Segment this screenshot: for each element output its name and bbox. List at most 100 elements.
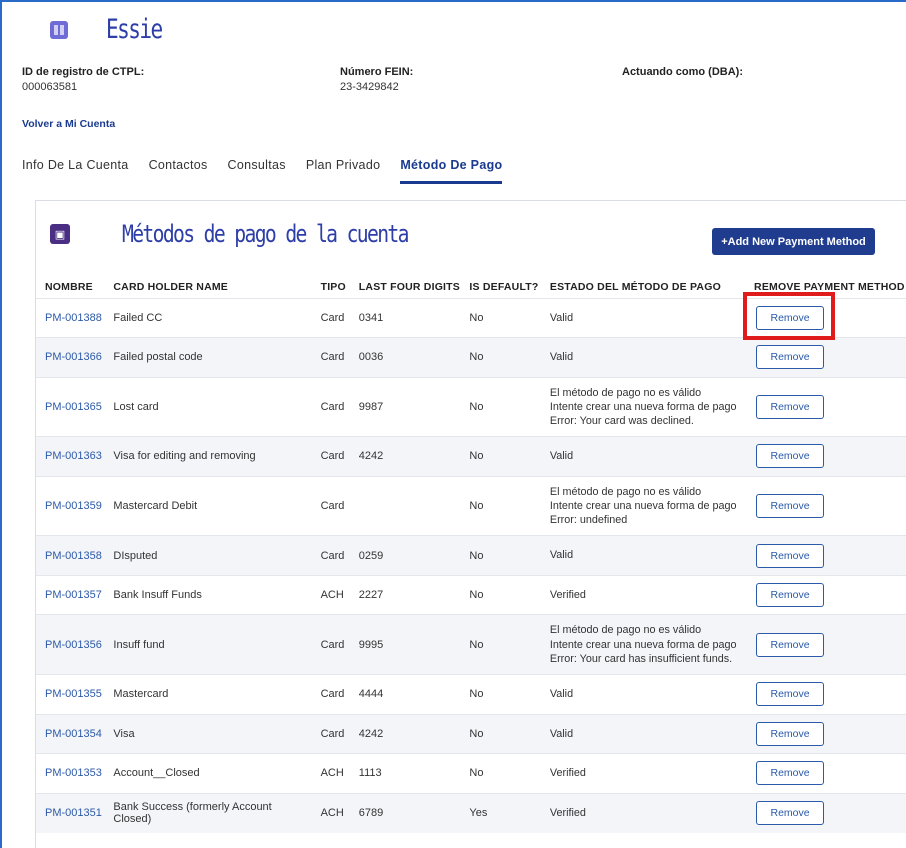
- payment-method-id-link[interactable]: PM-001359: [36, 475, 105, 536]
- payment-method-id-link[interactable]: PM-001351: [36, 792, 105, 833]
- tab-info-de-la-cuenta[interactable]: Info De La Cuenta: [22, 158, 129, 184]
- remove-cell: Remove: [745, 753, 906, 794]
- last-four-digits: 0259: [349, 535, 461, 576]
- remove-button[interactable]: Remove: [756, 721, 825, 746]
- status-line: Valid: [549, 311, 574, 324]
- remove-button[interactable]: Remove: [756, 761, 825, 786]
- status-line: Intente crear una nueva forma de pago: [549, 638, 737, 651]
- ctpl-label: ID de registro de CTPL:: [22, 66, 145, 78]
- last-four-digits: 6789: [349, 792, 461, 833]
- is-default: No: [460, 673, 541, 715]
- table-row: PM-001363 Visa for editing and removing Ca…: [36, 436, 906, 477]
- payment-type: Card: [311, 535, 350, 576]
- fein-label: Número FEIN:: [340, 66, 414, 78]
- remove-cell: Remove: [745, 436, 906, 477]
- payment-method-id-link[interactable]: PM-001365: [36, 376, 105, 437]
- remove-cell: Remove: [745, 535, 906, 576]
- payment-status: Valid: [540, 673, 746, 715]
- last-four-digits: 0036: [349, 337, 461, 378]
- status-line: El método de pago no es válido: [549, 386, 702, 399]
- status-line: Intente crear una nueva forma de pago: [549, 499, 737, 512]
- last-four-digits: 4242: [349, 713, 461, 754]
- remove-button[interactable]: Remove: [756, 394, 825, 419]
- status-line: Valid: [549, 549, 574, 562]
- card-holder-name: Mastercard Debit: [104, 475, 312, 536]
- last-four-digits: 1113: [349, 753, 461, 794]
- status-line: Error: undefined: [549, 514, 628, 527]
- payment-type: Card: [311, 673, 350, 715]
- table-row: PM-001353 Account__Closed ACH 1113 No Verifie…: [36, 753, 906, 794]
- payment-method-id-link[interactable]: PM-001358: [36, 535, 105, 576]
- is-default: No: [460, 713, 541, 754]
- remove-button[interactable]: Remove: [756, 583, 825, 608]
- card-holder-name: Mastercard: [104, 673, 312, 715]
- last-four-digits: [349, 475, 461, 536]
- tab-m-todo-de-pago[interactable]: Método De Pago: [400, 158, 503, 184]
- status-line: Valid: [549, 351, 574, 364]
- remove-button[interactable]: Remove: [756, 801, 825, 826]
- remove-cell: Remove: [745, 614, 906, 675]
- payment-status: Verified: [540, 574, 746, 615]
- payment-method-id-link[interactable]: PM-001357: [36, 574, 105, 615]
- status-line: El método de pago no es válido: [549, 624, 702, 637]
- payment-type: Card: [311, 436, 350, 477]
- payment-type: Card: [311, 297, 350, 338]
- payment-type: ACH: [311, 574, 350, 615]
- table-row: PM-001366 Failed postal code Card 0036 No Val…: [36, 337, 906, 378]
- remove-button[interactable]: Remove: [756, 632, 825, 657]
- back-to-account-link[interactable]: Volver a Mi Cuenta: [22, 118, 115, 130]
- payment-status: Valid: [540, 436, 746, 477]
- remove-button[interactable]: Remove: [756, 543, 825, 568]
- card-holder-name: Insuff fund: [104, 614, 312, 675]
- table-row: PM-001351 Bank Success (formerly Account …: [36, 792, 906, 833]
- payment-method-id-link[interactable]: PM-001353: [36, 753, 105, 794]
- payment-status: El método de pago no es válido Intente cr…: [540, 475, 746, 536]
- ctpl-field: ID de registro de CTPL: 000063581: [22, 66, 144, 93]
- tab-contactos[interactable]: Contactos: [149, 158, 208, 184]
- panel-header: ▣ Métodos de pago de la cuenta: [50, 220, 471, 248]
- column-header: CARD HOLDER NAME: [113, 281, 229, 294]
- remove-cell: Remove: [745, 475, 906, 536]
- tab-plan-privado[interactable]: Plan Privado: [306, 158, 380, 184]
- payment-method-id-link[interactable]: PM-001356: [36, 614, 105, 675]
- status-line: Valid: [549, 688, 574, 701]
- remove-button[interactable]: Remove: [756, 305, 825, 330]
- card-holder-name: Lost card: [104, 376, 312, 437]
- payment-type: Card: [311, 475, 350, 536]
- account-header: Essie: [50, 14, 177, 45]
- payment-status: Valid: [540, 713, 746, 754]
- account-name: Essie: [106, 14, 163, 45]
- table-row: PM-001358 DIsputed Card 0259 No Valid Remove: [36, 535, 906, 576]
- payment-method-id-link[interactable]: PM-001388: [36, 297, 105, 338]
- payment-method-id-link[interactable]: PM-001363: [36, 436, 105, 477]
- column-header: LAST FOUR DIGITS: [358, 281, 460, 294]
- status-line: Error: Your card was declined.: [549, 415, 694, 428]
- payment-method-id-link[interactable]: PM-001366: [36, 337, 105, 378]
- is-default: No: [460, 614, 541, 675]
- payment-method-id-link[interactable]: PM-001355: [36, 673, 105, 715]
- last-four-digits: 4444: [349, 673, 461, 715]
- ctpl-value: 000063581: [22, 81, 78, 93]
- table-row: PM-001354 Visa Card 4242 No Valid Remove: [36, 713, 906, 754]
- status-line: Valid: [549, 450, 574, 463]
- building-icon: [50, 20, 68, 39]
- remove-button[interactable]: Remove: [756, 345, 825, 370]
- remove-button[interactable]: Remove: [756, 444, 825, 469]
- payment-type: ACH: [311, 753, 350, 794]
- last-four-digits: 9987: [349, 376, 461, 437]
- status-line: Intente crear una nueva forma de pago: [549, 400, 737, 413]
- payment-type: Card: [311, 614, 350, 675]
- payment-status: Verified: [540, 753, 746, 794]
- status-line: Verified: [549, 589, 586, 602]
- remove-button[interactable]: Remove: [756, 682, 825, 707]
- remove-button[interactable]: Remove: [756, 494, 825, 519]
- column-header: TIPO: [320, 281, 346, 294]
- remove-cell: Remove: [745, 792, 906, 833]
- payment-method-id-link[interactable]: PM-001354: [36, 713, 105, 754]
- status-line: Valid: [549, 727, 574, 740]
- add-payment-method-button[interactable]: +Add New Payment Method: [712, 228, 875, 255]
- tab-consultas[interactable]: Consultas: [228, 158, 286, 184]
- status-line: Error: Your card has insufficient funds.: [549, 652, 733, 665]
- last-four-digits: 9995: [349, 614, 461, 675]
- payment-status: El método de pago no es válido Intente cr…: [540, 614, 746, 675]
